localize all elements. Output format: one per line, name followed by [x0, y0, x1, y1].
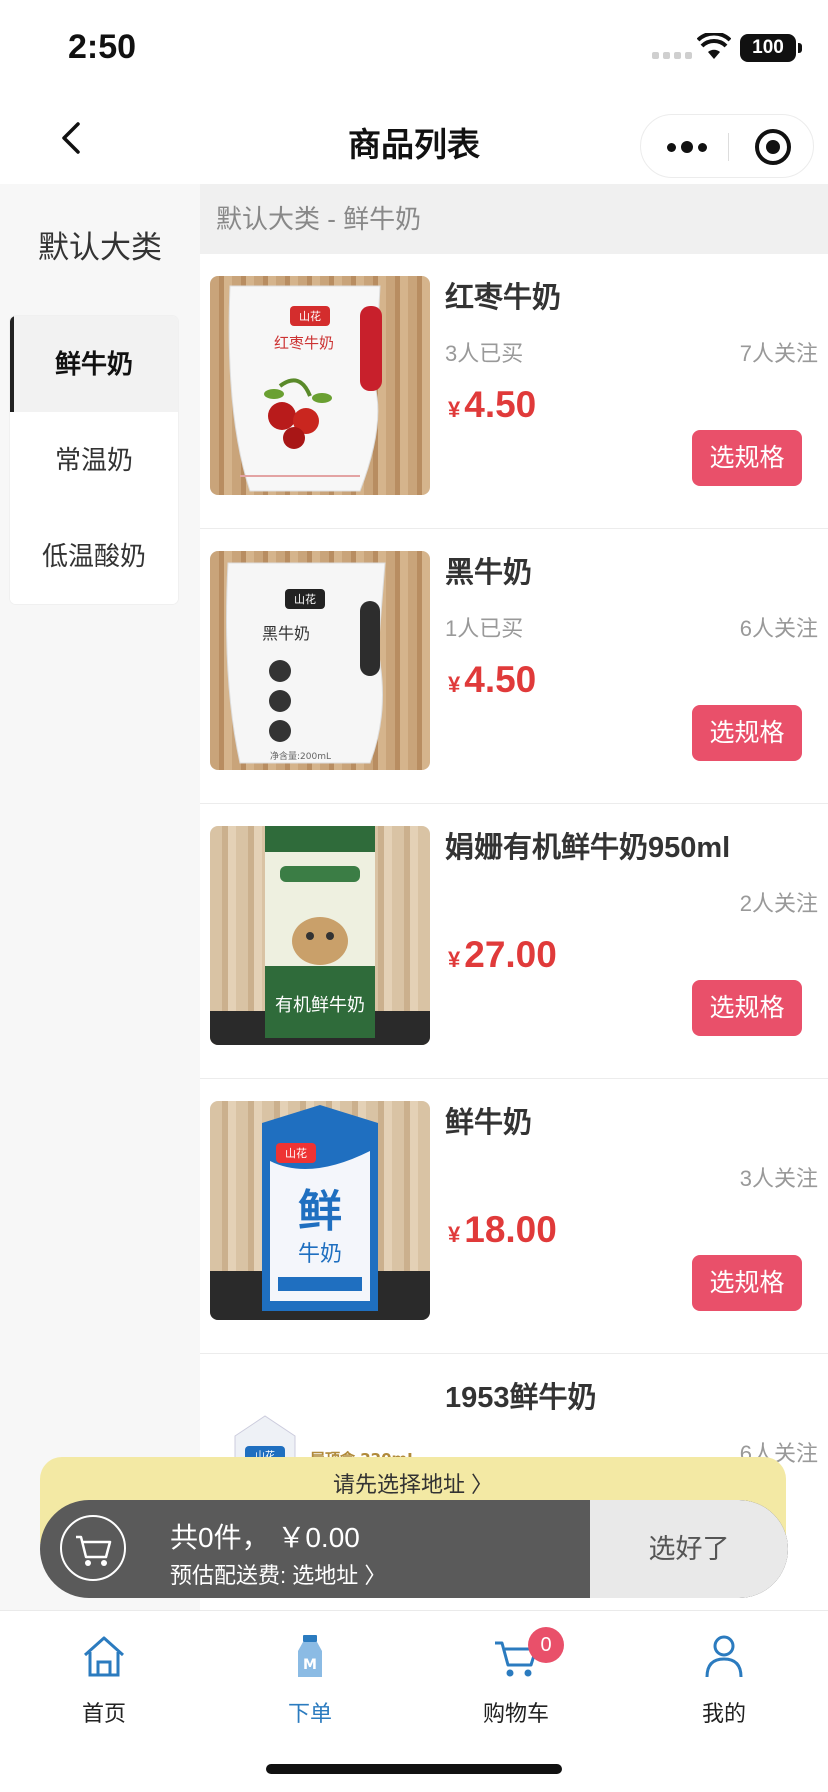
cart-badge: 0 — [528, 1627, 564, 1663]
battery-icon: 100 — [740, 34, 802, 62]
price-value: 4.50 — [464, 384, 537, 425]
tab-cart[interactable]: 0 购物车 — [456, 1627, 576, 1728]
tab-label: 我的 — [701, 1701, 746, 1726]
product-list-panel: 默认大类 - 鲜牛奶 山花 红枣牛奶 红枣牛奶 3人已买 7人关注 ¥ 4.50… — [200, 184, 828, 1610]
price-value: 27.00 — [464, 934, 557, 975]
svg-text:牛奶: 牛奶 — [298, 1242, 342, 1267]
product-image-jersey-organic-milk[interactable]: 有机鲜牛奶 — [210, 826, 430, 1045]
product-name[interactable]: 1953鲜牛奶 — [445, 1374, 597, 1416]
done-button[interactable]: 选好了 — [590, 1500, 788, 1598]
currency-symbol: ¥ — [448, 397, 461, 422]
tab-label: 下单 — [287, 1701, 332, 1726]
home-icon — [83, 1636, 125, 1677]
svg-text:M: M — [303, 1657, 317, 1673]
currency-symbol: ¥ — [448, 672, 461, 697]
breadcrumb: 默认大类 - 鲜牛奶 — [200, 184, 828, 254]
subcategory-ambient-milk[interactable]: 常温奶 — [10, 412, 178, 508]
tab-label: 购物车 — [482, 1701, 549, 1726]
user-icon — [705, 1635, 743, 1678]
product-watch-count: 2人关注 — [739, 891, 818, 916]
product-name[interactable]: 红枣牛奶 — [445, 274, 561, 316]
product-price: ¥27.00 — [448, 934, 557, 976]
product-card[interactable]: 山花 鲜 牛奶 鲜牛奶 3人关注 ¥18.00 选规格 — [200, 1079, 828, 1354]
page: 2:50 100 商品列表 默认大类 鲜牛奶 常温奶 低温酸奶 默认大类 - 鲜… — [0, 0, 828, 1792]
select-spec-button[interactable]: 选规格 — [692, 430, 802, 486]
subcategory-chilled-yogurt[interactable]: 低温酸奶 — [10, 508, 178, 604]
tab-order[interactable]: M 下单 — [250, 1631, 370, 1728]
home-indicator — [266, 1764, 562, 1774]
svg-text:有机鲜牛奶: 有机鲜牛奶 — [275, 995, 365, 1016]
delivery-fee[interactable]: 预估配送费: 选地址 〉 — [170, 1558, 386, 1590]
product-image-fresh-milk-carton[interactable]: 山花 鲜 牛奶 — [210, 1101, 430, 1320]
subcategory-fresh-milk[interactable]: 鲜牛奶 — [10, 316, 178, 412]
product-name[interactable]: 鲜牛奶 — [445, 1099, 532, 1141]
product-name[interactable]: 黑牛奶 — [445, 549, 532, 591]
cart-summary: 共0件， ￥0.00 — [170, 1522, 360, 1553]
capsule-divider — [728, 133, 729, 161]
wifi-icon — [697, 33, 731, 59]
product-price: ¥4.50 — [448, 384, 536, 426]
close-target-icon[interactable] — [755, 129, 791, 165]
subcategory-list: 鲜牛奶 常温奶 低温酸奶 — [10, 316, 178, 604]
product-sold-count: 3人已买 — [445, 341, 524, 366]
main-category[interactable]: 默认大类 — [0, 222, 200, 267]
svg-text:黑牛奶: 黑牛奶 — [262, 624, 310, 643]
svg-text:山花: 山花 — [285, 1147, 307, 1160]
signal-icon — [652, 52, 692, 59]
tab-home[interactable]: 首页 — [44, 1631, 164, 1728]
svg-text:净含量:200mL: 净含量:200mL — [270, 750, 331, 762]
svg-text:山花: 山花 — [299, 310, 321, 323]
svg-text:鲜: 鲜 — [298, 1186, 342, 1237]
select-spec-button[interactable]: 选规格 — [692, 980, 802, 1036]
category-sidebar: 默认大类 鲜牛奶 常温奶 低温酸奶 — [0, 184, 200, 1610]
status-bar: 2:50 100 — [0, 0, 828, 92]
product-price: ¥4.50 — [448, 659, 536, 701]
price-value: 18.00 — [464, 1209, 557, 1250]
milk-bottle-icon: M — [298, 1635, 322, 1677]
svg-text:红枣牛奶: 红枣牛奶 — [274, 334, 334, 352]
product-watch-count: 7人关注 — [739, 341, 818, 366]
more-icon[interactable] — [667, 135, 715, 159]
status-time: 2:50 — [68, 28, 137, 66]
mini-program-capsule — [640, 114, 814, 178]
tab-label: 首页 — [81, 1701, 126, 1726]
currency-symbol: ¥ — [448, 947, 461, 972]
select-spec-button[interactable]: 选规格 — [692, 1255, 802, 1311]
product-watch-count: 3人关注 — [739, 1166, 818, 1191]
cart-bar-icon[interactable] — [60, 1515, 126, 1581]
product-watch-count: 6人关注 — [739, 616, 818, 641]
tab-profile[interactable]: 我的 — [664, 1631, 784, 1728]
product-card[interactable]: 有机鲜牛奶 娟姗有机鲜牛奶950ml 2人关注 ¥27.00 选规格 — [200, 804, 828, 1079]
product-image-black-milk[interactable]: 山花 黑牛奶 净含量:200mL — [210, 551, 430, 770]
price-value: 4.50 — [464, 659, 537, 700]
product-image-red-date-milk[interactable]: 山花 红枣牛奶 — [210, 276, 430, 495]
currency-symbol: ¥ — [448, 1222, 461, 1247]
cart-bar: 共0件， ￥0.00 预估配送费: 选地址 〉 选好了 — [40, 1500, 788, 1598]
nav-bar: 商品列表 — [0, 92, 828, 184]
product-name[interactable]: 娟姗有机鲜牛奶950ml — [445, 824, 730, 866]
product-sold-count: 1人已买 — [445, 616, 524, 641]
product-card[interactable]: 山花 红枣牛奶 红枣牛奶 3人已买 7人关注 ¥4.50 选规格 — [200, 254, 828, 529]
select-spec-button[interactable]: 选规格 — [692, 705, 802, 761]
product-price: ¥18.00 — [448, 1209, 557, 1251]
svg-text:山花: 山花 — [294, 593, 316, 606]
product-card[interactable]: 山花 黑牛奶 净含量:200mL 黑牛奶 1人已买 6人关注 ¥4.50 选规格 — [200, 529, 828, 804]
